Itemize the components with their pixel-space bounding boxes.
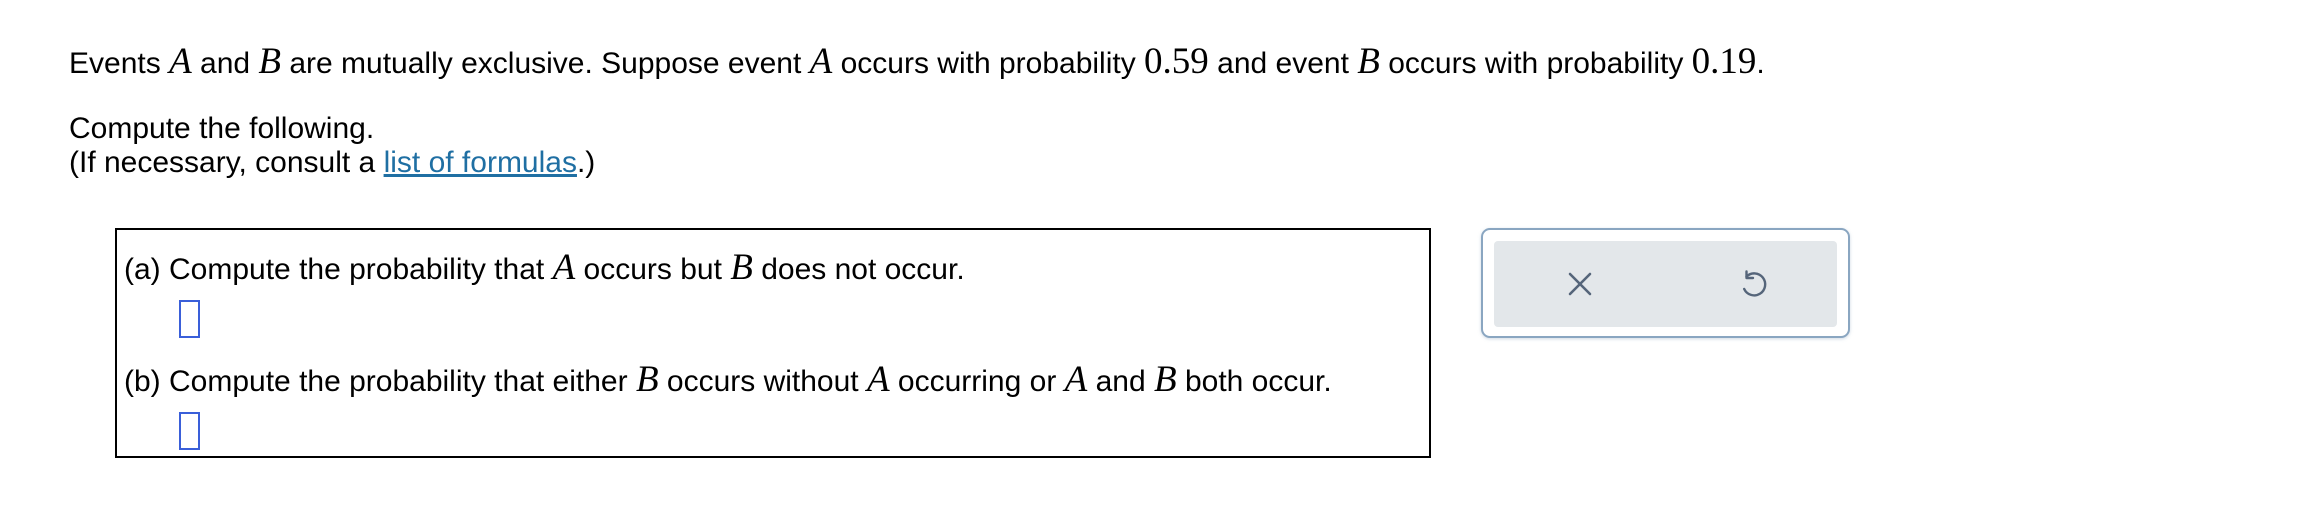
variable-a: A	[1064, 359, 1088, 400]
undo-button[interactable]	[1732, 263, 1774, 305]
answer-b-input[interactable]	[179, 412, 200, 450]
consult-suffix: .)	[576, 146, 596, 179]
question-b-part: occurring or	[889, 365, 1065, 398]
variable-a: A	[169, 41, 192, 82]
question-a-part: occurs but	[575, 253, 731, 286]
consult-prefix: (If necessary, consult a	[69, 146, 384, 179]
question-box: (a) Compute the probability that A occur…	[115, 228, 1431, 458]
consult-formulas-line: (If necessary, consult a list of formula…	[69, 146, 595, 180]
variable-b: B	[730, 247, 753, 288]
probability-b-value: 0.19	[1691, 41, 1757, 82]
compute-instruction: Compute the following.	[69, 112, 375, 145]
intro-text-1: Events	[69, 47, 170, 80]
question-a-part: does not occur.	[752, 253, 965, 286]
variable-a: A	[552, 247, 576, 288]
list-of-formulas-link[interactable]: list of formulas	[384, 146, 577, 179]
variable-b: B	[635, 359, 659, 400]
answer-tools-panel	[1481, 228, 1850, 338]
undo-icon	[1743, 270, 1767, 297]
question-b-text: (b) Compute the probability that either …	[124, 358, 1332, 401]
intro-text-2: and	[191, 47, 259, 80]
x-icon	[1568, 272, 1592, 296]
intro-text-5: and event	[1208, 47, 1358, 80]
question-b-part: and	[1087, 365, 1154, 398]
variable-b: B	[1154, 359, 1177, 400]
variable-a: A	[809, 41, 833, 82]
probability-a-value: 0.59	[1144, 41, 1209, 82]
intro-text-7: .	[1756, 47, 1765, 80]
question-a-part: (a) Compute the probability that	[124, 253, 553, 286]
question-b-part: both occur.	[1176, 365, 1332, 398]
question-a-text: (a) Compute the probability that A occur…	[124, 246, 965, 289]
variable-a: A	[866, 359, 890, 400]
problem-statement: Events A and B are mutually exclusive. S…	[69, 40, 1765, 83]
answer-a-input[interactable]	[179, 300, 200, 338]
question-b-part: (b) Compute the probability that either	[124, 365, 636, 398]
answer-tools-bar	[1494, 241, 1837, 327]
intro-text-6: occurs with probability	[1379, 47, 1692, 80]
variable-b: B	[1357, 41, 1380, 82]
intro-text-3: are mutually exclusive. Suppose event	[281, 47, 810, 80]
intro-text-4: occurs with probability	[832, 47, 1145, 80]
variable-b: B	[258, 41, 282, 82]
clear-button[interactable]	[1559, 263, 1601, 305]
question-b-part: occurs without	[658, 365, 867, 398]
